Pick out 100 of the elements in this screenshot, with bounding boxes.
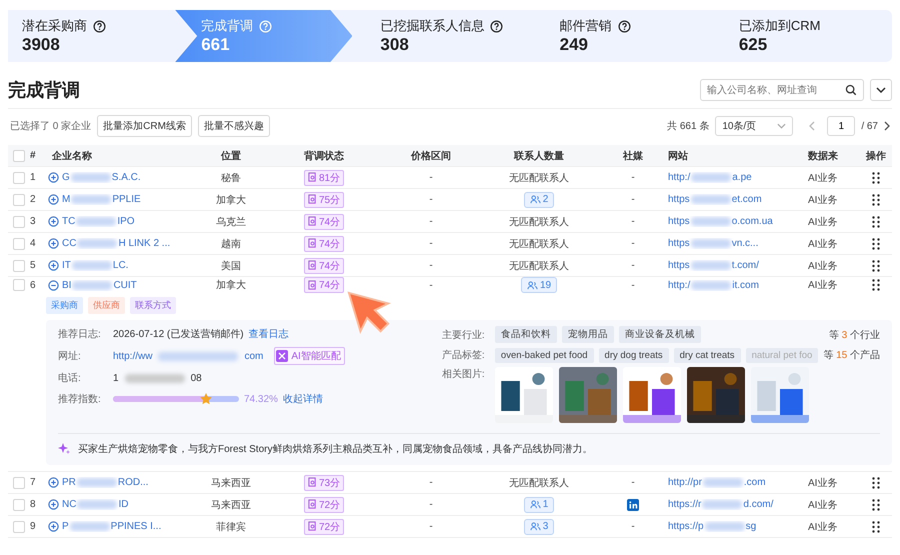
website-link[interactable]: vn.c... bbox=[732, 238, 758, 249]
source-text: AI业务 bbox=[807, 216, 838, 228]
company-name-link[interactable]: IPO bbox=[117, 216, 135, 227]
contacts-badge[interactable]: 2 bbox=[524, 192, 554, 208]
expand-icon[interactable] bbox=[48, 477, 59, 488]
company-name-link[interactable]: S.A.C. bbox=[112, 172, 141, 183]
batch-button[interactable]: 批量添加CRM线索 bbox=[97, 115, 192, 137]
expand-icon[interactable] bbox=[48, 194, 59, 205]
search-icon[interactable] bbox=[845, 84, 857, 96]
more-icon[interactable] bbox=[872, 260, 880, 272]
more-icon[interactable] bbox=[872, 238, 880, 250]
company-name-link[interactable]: PPLIE bbox=[112, 194, 141, 205]
website-link[interactable]: a.pe bbox=[732, 172, 752, 183]
checkbox[interactable] bbox=[13, 260, 25, 272]
company-name-link[interactable]: M bbox=[62, 194, 70, 205]
redaction-blur bbox=[702, 478, 743, 487]
checkbox[interactable] bbox=[13, 194, 25, 206]
website-link[interactable]: o.com.ua bbox=[732, 216, 773, 227]
checkbox[interactable] bbox=[13, 498, 25, 510]
company-name-link[interactable]: IT bbox=[62, 260, 71, 271]
contacts-badge[interactable]: 3 bbox=[524, 518, 554, 534]
company-name-link[interactable]: NC bbox=[62, 499, 76, 510]
more-icon[interactable] bbox=[872, 498, 880, 510]
company-name-link[interactable]: ROD... bbox=[118, 477, 148, 488]
redaction-blur bbox=[124, 374, 185, 382]
website-link[interactable]: https://p bbox=[668, 521, 704, 532]
website-link[interactable]: .com bbox=[744, 477, 766, 488]
step-tab[interactable]: 完成背调 661 bbox=[175, 10, 352, 62]
more-icon[interactable] bbox=[872, 520, 880, 532]
more-icon[interactable] bbox=[872, 194, 880, 206]
website-link[interactable]: https bbox=[668, 260, 690, 271]
company-name-link[interactable]: H LINK 2 ... bbox=[118, 238, 170, 249]
expand-icon[interactable] bbox=[48, 238, 59, 249]
company-name-link[interactable]: P bbox=[62, 521, 69, 532]
more-icon[interactable] bbox=[872, 216, 880, 228]
redaction-blur bbox=[77, 239, 118, 248]
company-name-link[interactable]: TC bbox=[62, 216, 76, 227]
website-link[interactable]: t.com/ bbox=[732, 260, 759, 271]
website-link[interactable]: http:/ bbox=[668, 172, 690, 183]
company-name-link[interactable]: BI bbox=[62, 280, 72, 290]
search-field[interactable]: 输入公司名称、网址查询 bbox=[700, 79, 864, 101]
more-icon[interactable] bbox=[872, 476, 880, 488]
price-range: - bbox=[428, 521, 434, 532]
company-name-link[interactable]: CUIT bbox=[113, 280, 137, 290]
company-name-link[interactable]: G bbox=[62, 172, 70, 183]
company-name-link[interactable]: LC. bbox=[112, 260, 128, 271]
expand-icon[interactable] bbox=[48, 521, 59, 532]
checkbox[interactable] bbox=[13, 520, 25, 532]
checkbox[interactable] bbox=[13, 238, 25, 250]
industry-tag: 商业设备及机械 bbox=[618, 326, 701, 343]
checkbox[interactable] bbox=[13, 476, 25, 488]
expand-icon[interactable] bbox=[48, 172, 59, 183]
website-link[interactable]: d.com/ bbox=[743, 499, 774, 510]
expand-icon[interactable] bbox=[48, 260, 59, 271]
linkedin-icon[interactable] bbox=[627, 498, 639, 510]
expand-icon[interactable] bbox=[48, 499, 59, 510]
row-number: 1 bbox=[30, 172, 37, 183]
help-icon[interactable] bbox=[490, 20, 504, 32]
more-icon[interactable] bbox=[872, 172, 880, 184]
batch-button[interactable]: 批量不感兴趣 bbox=[198, 115, 270, 137]
website-link[interactable]: com bbox=[244, 350, 264, 362]
website-link[interactable]: sg bbox=[746, 521, 756, 532]
contacts-badge[interactable]: 1 bbox=[524, 496, 554, 512]
website-link[interactable]: it.com bbox=[732, 280, 759, 290]
company-name-link[interactable]: CC bbox=[62, 238, 76, 249]
summary-text: 买家生产烘焙宠物零食，与我方Forest Story鲜肉烘焙系列主粮品类互补，同属宠物食品领域，具备产品线协同潜力。 bbox=[78, 442, 592, 456]
product-tag: natural pet foo bbox=[746, 348, 818, 362]
company-name-link[interactable]: PPINES I... bbox=[110, 521, 162, 532]
location-text: 马来西亚 bbox=[210, 498, 252, 512]
ai-match-badge[interactable]: AI智能匹配 bbox=[274, 347, 345, 365]
view-log-link[interactable]: 查看日志 bbox=[248, 327, 289, 341]
website-link[interactable]: https bbox=[668, 216, 690, 227]
next-page-icon[interactable] bbox=[884, 121, 890, 131]
redaction-blur bbox=[72, 280, 112, 290]
checkbox[interactable] bbox=[13, 172, 25, 184]
page-input[interactable]: 1 bbox=[827, 116, 856, 136]
help-icon[interactable] bbox=[93, 20, 106, 32]
redaction-blur bbox=[71, 195, 112, 204]
redaction-blur bbox=[691, 280, 732, 290]
website-link[interactable]: https bbox=[668, 238, 690, 249]
contacts-badge[interactable]: 19 bbox=[520, 277, 558, 293]
checkbox[interactable] bbox=[13, 216, 25, 228]
collapse-link[interactable]: 收起详情 bbox=[282, 392, 323, 406]
checkbox[interactable] bbox=[13, 150, 25, 162]
collapse-icon[interactable] bbox=[48, 280, 59, 290]
website-link[interactable]: https bbox=[668, 194, 690, 205]
expand-icon[interactable] bbox=[48, 216, 59, 227]
website-link[interactable]: https://r bbox=[668, 499, 702, 510]
dropdown-button[interactable] bbox=[870, 79, 892, 101]
help-icon[interactable] bbox=[618, 20, 631, 32]
website-link[interactable]: http://ww bbox=[113, 350, 152, 362]
step-label: 已添加到CRM bbox=[738, 17, 820, 35]
checkbox[interactable] bbox=[13, 279, 25, 291]
website-link[interactable]: http://pr bbox=[668, 477, 702, 488]
more-icon[interactable] bbox=[872, 279, 880, 291]
website-link[interactable]: et.com bbox=[732, 194, 762, 205]
website-link[interactable]: http:/ bbox=[668, 280, 690, 290]
company-name-link[interactable]: ID bbox=[118, 499, 128, 510]
page-size-select[interactable]: 10条/页 bbox=[715, 116, 794, 136]
company-name-link[interactable]: PR bbox=[62, 477, 76, 488]
